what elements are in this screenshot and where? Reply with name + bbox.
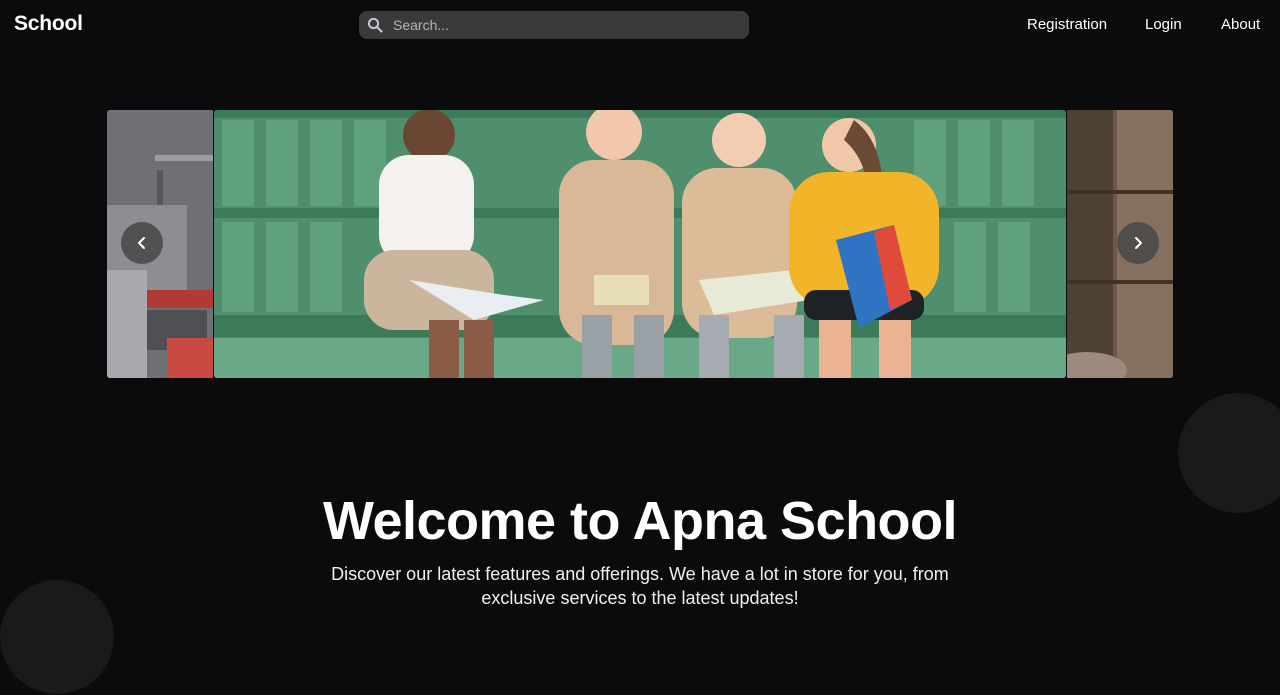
hero-subtitle: Discover our latest features and offerin… [331, 564, 949, 608]
image-carousel [107, 110, 1173, 378]
decorative-circle-left [0, 580, 114, 694]
page: School Registration Login About [0, 0, 1280, 695]
carousel-slide-active[interactable] [214, 110, 1066, 378]
chevron-left-icon [138, 237, 145, 249]
site-logo[interactable]: School [14, 12, 83, 36]
nav-link-registration[interactable]: Registration [1027, 16, 1107, 33]
carousel-next-button[interactable] [1117, 222, 1159, 264]
nav-link-about[interactable]: About [1221, 16, 1260, 33]
search-icon [367, 17, 383, 33]
search-bar[interactable] [359, 11, 749, 39]
chevron-right-icon [1135, 237, 1142, 249]
top-nav-bar: School Registration Login About [0, 0, 1280, 50]
search-input[interactable] [393, 11, 743, 39]
carousel-prev-button[interactable] [121, 222, 163, 264]
hero-title: Welcome to Apna School [322, 491, 958, 551]
nav-link-login[interactable]: Login [1145, 16, 1182, 33]
